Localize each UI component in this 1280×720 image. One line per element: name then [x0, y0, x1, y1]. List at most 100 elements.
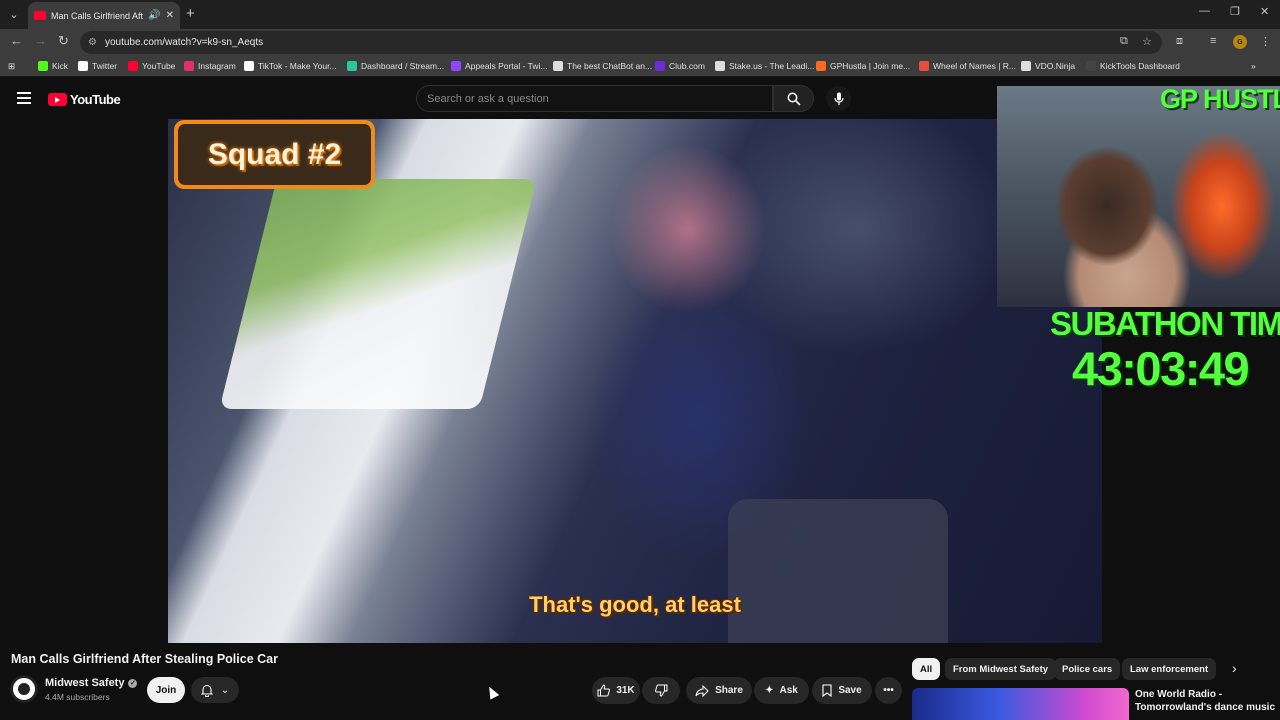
minimize-icon[interactable]: — [1199, 5, 1210, 17]
site-info-icon[interactable]: ⚙ [88, 37, 97, 48]
close-window-icon[interactable]: ✕ [1260, 5, 1269, 18]
bookmark-label: TikTok - Make Your... [258, 61, 337, 71]
video-caption: That's good, at least [529, 592, 741, 617]
bookmark-item[interactable]: TikTok - Make Your... [244, 60, 337, 72]
like-button[interactable]: 31K [592, 677, 640, 704]
browser-menu-icon[interactable]: ⋮ [1260, 35, 1271, 48]
video-frame-car-window [219, 179, 537, 409]
bookmark-label: Club.com [669, 61, 705, 71]
bookmark-label: Appeals Portal - Twi... [465, 61, 548, 71]
chevron-right-icon[interactable]: › [1232, 660, 1237, 676]
chevron-down-icon: ⌄ [220, 684, 230, 696]
kick-icon [38, 61, 48, 71]
youtube-logo-text: YouTube [70, 92, 121, 107]
video-frame-seat [728, 499, 948, 643]
filter-chip[interactable]: Law enforcement [1122, 658, 1217, 680]
bookmark-item[interactable]: Stake.us - The Leadi... [715, 60, 814, 72]
forward-icon[interactable]: → [34, 33, 47, 48]
squad-overlay-badge: Squad #2 [174, 120, 375, 189]
microphone-icon [833, 92, 844, 105]
search-button[interactable] [773, 85, 814, 112]
bookmark-item[interactable]: Twitter [78, 60, 117, 72]
dislike-button[interactable] [642, 677, 680, 704]
bookmark-item[interactable]: VDO.Ninja [1021, 60, 1075, 72]
bookmark-label: Dashboard / Stream... [361, 61, 445, 71]
tiktok-icon [244, 61, 254, 71]
restore-icon[interactable]: ❐ [1230, 5, 1240, 18]
sparkle-icon: ✦ [765, 685, 774, 696]
bookmark-item[interactable]: YouTube [128, 60, 175, 72]
extensions-icon[interactable]: ⧈ [1176, 35, 1183, 48]
bookmark-item[interactable]: The best ChatBot an... [553, 60, 652, 72]
bell-icon [200, 684, 213, 697]
save-label: Save [838, 685, 862, 696]
bookmark-item[interactable]: KickTools Dashboard [1086, 60, 1180, 72]
bookmark-star-icon[interactable]: ☆ [1142, 35, 1152, 48]
back-icon[interactable]: ← [10, 33, 23, 48]
notifications-button[interactable]: ⌄ [191, 677, 239, 703]
gphustla-icon [816, 61, 826, 71]
tab-title: Man Calls Girlfriend After St [51, 10, 144, 21]
channel-avatar[interactable] [10, 675, 38, 703]
address-bar[interactable]: ⚙ youtube.com/watch?v=k9-sn_Aeqts [80, 31, 1162, 54]
bookmark-item[interactable]: Appeals Portal - Twi... [451, 60, 548, 72]
channel-name-link[interactable]: Midwest Safety ✓ [45, 677, 138, 689]
bookmark-icon [822, 684, 832, 697]
filter-chip[interactable]: All [912, 658, 941, 680]
recommendation-thumbnail[interactable] [912, 688, 1129, 720]
reading-list-icon[interactable]: ≡ [1210, 35, 1216, 47]
bookmark-label: KickTools Dashboard [1100, 61, 1180, 71]
reload-icon[interactable]: ↻ [58, 33, 69, 49]
filter-chip[interactable]: From Midwest Safety [945, 658, 1057, 680]
more-horizontal-icon: ••• [883, 685, 894, 696]
twitch-icon [451, 61, 461, 71]
bookmark-label: The best ChatBot an... [567, 61, 653, 71]
tab-search-dropdown-icon[interactable]: ⌄ [4, 4, 24, 24]
bookmark-item[interactable]: Kick [38, 60, 68, 72]
bookmark-item[interactable]: Wheel of Names | R... [919, 60, 1016, 72]
new-tab-button[interactable]: + [186, 5, 195, 22]
apps-grid-icon[interactable]: ⊞ [8, 60, 15, 72]
subathon-timer-value: 43:03:49 [1072, 342, 1250, 395]
video-title: Man Calls Girlfriend After Stealing Poli… [11, 652, 278, 666]
search-icon [787, 92, 801, 106]
audio-playing-icon[interactable]: 🔊 [148, 10, 160, 21]
voice-search-button[interactable] [826, 86, 851, 111]
bookmark-label: Twitter [92, 61, 118, 71]
recommendation-title[interactable]: One World Radio - Tomorrowland's dance m… [1135, 688, 1275, 714]
filter-chip[interactable]: Police cars [1054, 658, 1121, 680]
search-input[interactable]: Search or ask a question [416, 85, 773, 112]
like-count: 31K [616, 685, 635, 696]
profile-avatar-icon[interactable]: G [1233, 35, 1247, 49]
bookmark-item[interactable]: GPHustla | Join me... [816, 60, 910, 72]
bookmark-label: Wheel of Names | R... [933, 61, 1016, 71]
hamburger-menu-icon[interactable] [17, 92, 31, 104]
bookmark-item[interactable]: Dashboard / Stream... [347, 60, 444, 72]
close-tab-icon[interactable]: ✕ [166, 10, 174, 21]
ask-button[interactable]: ✦ Ask [754, 677, 809, 704]
address-url: youtube.com/watch?v=k9-sn_Aeqts [104, 37, 264, 48]
bookmark-item[interactable]: Instagram [184, 60, 236, 72]
browser-toolbar: ← → ↻ ⚙ youtube.com/watch?v=k9-sn_Aeqts … [0, 29, 1280, 55]
subscriber-count: 4.4M subscribers [45, 692, 110, 702]
join-button[interactable]: Join [147, 677, 185, 703]
kicktools-icon [1086, 61, 1096, 71]
more-bookmarks-icon[interactable]: » [1251, 60, 1256, 72]
verified-check-icon: ✓ [128, 678, 138, 688]
x-icon [78, 61, 88, 71]
bookmark-item[interactable]: Club.com [655, 60, 705, 72]
stake-icon [715, 61, 725, 71]
share-button[interactable]: Share [686, 677, 752, 704]
more-actions-button[interactable]: ••• [875, 677, 902, 704]
stream-name-overlay: GP HUSTLA [1160, 84, 1280, 114]
video-player[interactable] [168, 119, 1102, 643]
youtube-logo[interactable]: YouTube [48, 92, 121, 107]
browser-tab-active[interactable]: Man Calls Girlfriend After St 🔊 ✕ [28, 2, 180, 29]
save-button[interactable]: Save [812, 677, 872, 704]
share-icon [695, 684, 709, 697]
cast-icon[interactable]: ⧉ [1120, 35, 1128, 48]
club-icon [655, 61, 665, 71]
bookmark-label: Kick [52, 61, 69, 71]
subathon-timer-label: SUBATHON TIMER [1050, 305, 1280, 342]
channel-name: Midwest Safety [45, 677, 125, 689]
